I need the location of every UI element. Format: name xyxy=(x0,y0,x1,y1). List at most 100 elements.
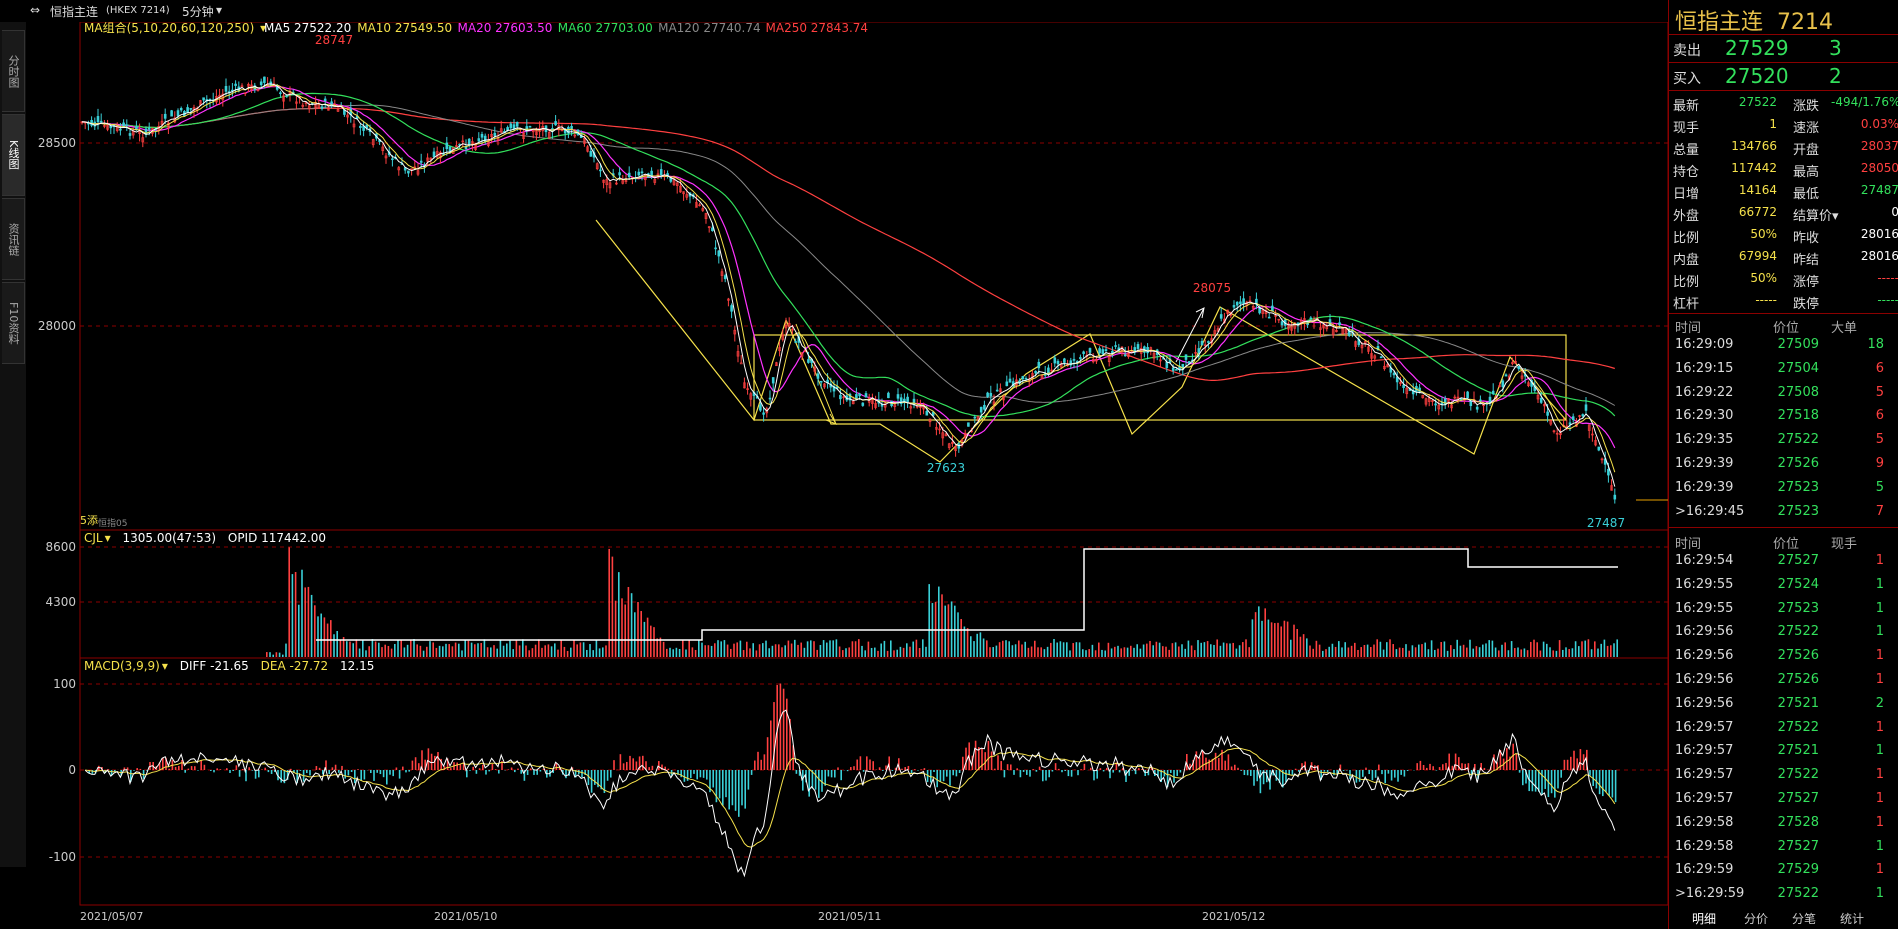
macd-bar xyxy=(651,765,654,770)
table-row[interactable]: 16:29:56 27521 2 xyxy=(1669,693,1898,717)
macd-bar xyxy=(1579,749,1582,770)
table-row[interactable]: 16:29:39 27526 9 xyxy=(1669,453,1898,477)
link-icon[interactable]: ⇔ xyxy=(30,3,40,17)
macd-bar xyxy=(696,770,698,780)
table-row[interactable]: 16:29:30 27518 6 xyxy=(1669,405,1898,429)
macd-bar xyxy=(594,770,596,785)
stat-value: 0 xyxy=(1891,205,1898,219)
candle-body xyxy=(554,121,557,126)
table-row[interactable]: 16:29:58 27527 1 xyxy=(1669,836,1898,860)
candle-body xyxy=(1082,351,1085,354)
table-row[interactable]: 16:29:56 27526 1 xyxy=(1669,645,1898,669)
chevron-down-icon[interactable]: ▾ xyxy=(216,3,222,17)
candle-body xyxy=(1491,390,1495,395)
tab-ticks[interactable]: 分笔 xyxy=(1792,910,1816,927)
table-row[interactable]: 16:29:59 27529 1 xyxy=(1669,859,1898,883)
macd-bar xyxy=(139,768,142,770)
sell-row[interactable]: 卖出 27529 3 xyxy=(1669,36,1898,60)
volume-bar xyxy=(1315,640,1318,657)
sell-price: 27529 xyxy=(1725,36,1789,60)
macd-bar xyxy=(264,767,266,770)
candle-body xyxy=(816,373,820,379)
macd-bar xyxy=(306,770,308,774)
table-row[interactable]: 16:29:57 27521 1 xyxy=(1669,740,1898,764)
volume-bar xyxy=(1123,647,1126,657)
candle-body xyxy=(1488,396,1492,403)
table-row[interactable]: 16:29:22 27508 5 xyxy=(1669,382,1898,406)
price-cell: 27527 xyxy=(1777,791,1819,806)
table-row[interactable]: 16:29:55 27524 1 xyxy=(1669,574,1898,598)
tab-stats[interactable]: 统计 xyxy=(1840,910,1864,927)
macd-bar xyxy=(1138,768,1140,770)
volume-bar xyxy=(1466,647,1468,657)
macd-bar xyxy=(491,763,494,770)
volume-bar xyxy=(461,650,463,657)
macd-bar xyxy=(331,767,334,770)
instrument-name[interactable]: 恒指主连 xyxy=(50,3,98,20)
tab-kline[interactable]: K线图 xyxy=(2,114,25,196)
volume-bar xyxy=(1392,644,1394,657)
macd-legend[interactable]: MACD(3,9,9) ▾ DIFF -21.65 DEA -27.72 12.1… xyxy=(84,659,374,673)
tab-intraday[interactable]: 分时图 xyxy=(2,30,25,112)
volume-bar xyxy=(448,644,450,657)
volume-bar xyxy=(358,648,361,657)
qty-cell: 1 xyxy=(1875,553,1884,568)
date-label: 2021/05/12 xyxy=(1202,910,1265,922)
volume-bar xyxy=(1510,641,1513,657)
macd-bar xyxy=(731,770,734,806)
ma-legend[interactable]: MA组合(5,10,20,60,120,250) ▾ xyxy=(84,20,266,35)
table-row[interactable]: 16:29:55 27523 1 xyxy=(1669,598,1898,622)
stat-label: 比例 xyxy=(1673,275,1700,290)
table-row[interactable]: 16:29:57 27527 1 xyxy=(1669,788,1898,812)
volume-bar xyxy=(662,641,665,657)
period-selector[interactable]: 5分钟 xyxy=(182,3,214,20)
table-row[interactable]: >16:29:59 27522 1 xyxy=(1669,883,1898,907)
tab-f10[interactable]: F10资料 xyxy=(2,282,25,364)
macd-bar xyxy=(830,770,833,778)
candle-body xyxy=(96,116,100,123)
macd-bar xyxy=(1438,767,1441,770)
volume-bar xyxy=(1341,647,1343,657)
stat-label: 涨停 xyxy=(1793,275,1820,290)
table-row[interactable]: 16:29:57 27522 1 xyxy=(1669,717,1898,741)
macd-bar xyxy=(261,769,263,770)
table-row[interactable]: 16:29:39 27523 5 xyxy=(1669,477,1898,501)
volume-bar xyxy=(422,650,425,657)
volume-bar xyxy=(339,639,342,657)
price-panel-frame xyxy=(79,21,1669,531)
volume-bar xyxy=(544,645,546,657)
tab-detail[interactable]: 明细 xyxy=(1692,910,1716,927)
macd-bar xyxy=(766,737,769,770)
macd-bar xyxy=(1432,766,1434,770)
volume-bar xyxy=(381,647,383,657)
candle-body xyxy=(986,392,989,397)
volume-bar xyxy=(1190,645,1193,657)
tab-news[interactable]: 资讯链 xyxy=(2,198,25,280)
volume-bar xyxy=(1478,647,1481,657)
table-row[interactable]: 16:29:57 27522 1 xyxy=(1669,764,1898,788)
volume-bar xyxy=(1120,648,1122,657)
volume-legend[interactable]: CJL ▾ 1305.00(47:53) OPID 117442.00 xyxy=(84,531,326,545)
table-row[interactable]: 16:29:56 27522 1 xyxy=(1669,621,1898,645)
candle-body xyxy=(995,389,999,392)
volume-bar xyxy=(269,652,271,657)
volume-bar xyxy=(819,644,822,657)
table-row[interactable]: 16:29:09 27509 18 xyxy=(1669,334,1898,358)
buy-row[interactable]: 买入 27520 2 xyxy=(1669,64,1898,88)
volume-bar xyxy=(701,642,703,657)
kline-chart[interactable]: 28500 28000 8600 4300 100 0 -100 MA组合(5,… xyxy=(26,20,1669,923)
table-row[interactable]: 16:29:54 27527 1 xyxy=(1669,550,1898,574)
table-row[interactable]: >16:29:45 27523 7 xyxy=(1669,501,1898,525)
table-row[interactable]: 16:29:58 27528 1 xyxy=(1669,812,1898,836)
volume-bar xyxy=(992,647,994,657)
table-row[interactable]: 16:29:56 27526 1 xyxy=(1669,669,1898,693)
tab-price-dist[interactable]: 分价 xyxy=(1744,910,1768,927)
table-row[interactable]: 16:29:15 27504 6 xyxy=(1669,358,1898,382)
macd-bar xyxy=(530,768,532,770)
macd-bar xyxy=(539,770,542,772)
macd-bar xyxy=(891,770,894,772)
chart-canvas[interactable]: 28500 28000 8600 4300 100 0 -100 MA组合(5,… xyxy=(26,20,1669,923)
macd-bar xyxy=(1173,770,1175,783)
arrow-icon xyxy=(795,323,838,426)
table-row[interactable]: 16:29:35 27522 5 xyxy=(1669,429,1898,453)
